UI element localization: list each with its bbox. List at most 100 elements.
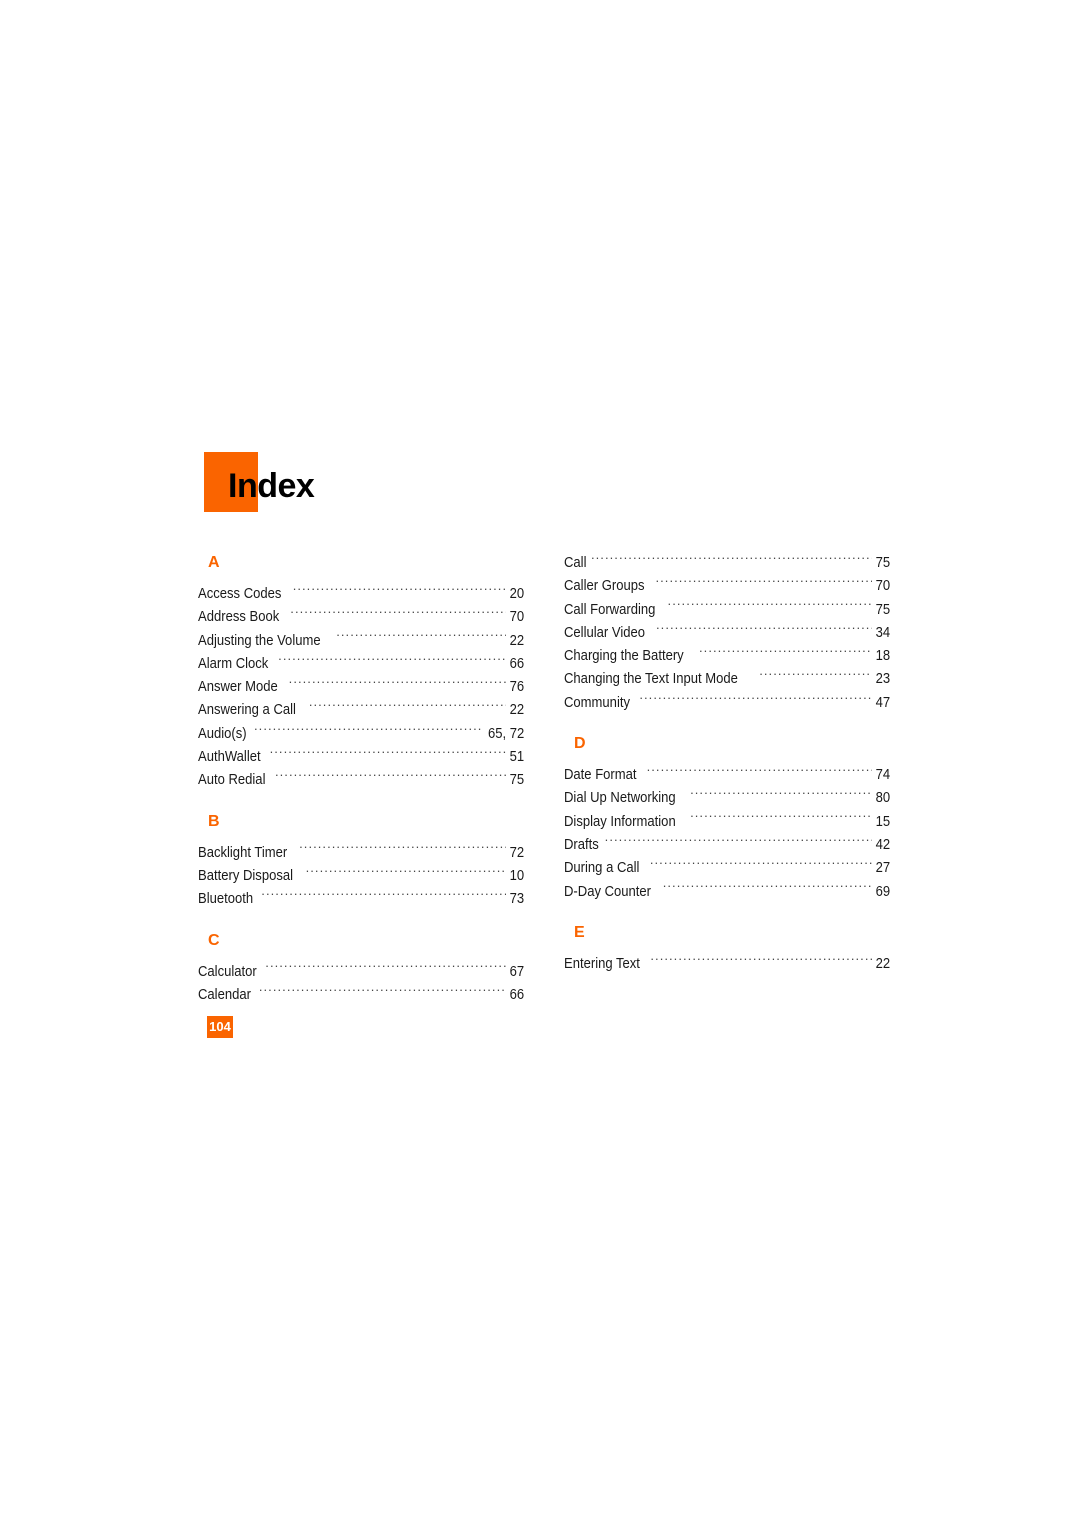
section-letter-a: A bbox=[208, 554, 220, 571]
index-entry-label: Calendar bbox=[198, 986, 251, 1003]
index-entry[interactable]: Backlight Timer 72 bbox=[198, 842, 524, 865]
dot-leader bbox=[275, 770, 506, 785]
index-entry[interactable]: Dial Up Networking 80 bbox=[564, 787, 890, 810]
index-entry[interactable]: Cellular Video 34 bbox=[564, 622, 890, 645]
index-entry[interactable]: Calendar 66 bbox=[198, 984, 524, 1007]
index-entry-page: 15 bbox=[875, 813, 890, 830]
index-entry-label: Access Codes bbox=[198, 586, 282, 602]
index-entry-page: 47 bbox=[875, 694, 890, 711]
dot-leader bbox=[289, 677, 506, 692]
index-entry-page: 18 bbox=[875, 648, 890, 665]
right-column: Call 75 Caller Groups 70 Call Forwarding 75 Ce… bbox=[564, 552, 890, 1007]
index-entry-label: Answering a Call bbox=[198, 702, 296, 719]
index-entry-label: Community bbox=[564, 694, 630, 711]
index-entry[interactable]: Alarm Clock 66 bbox=[198, 653, 524, 676]
dot-leader bbox=[290, 607, 506, 622]
dot-leader bbox=[650, 858, 872, 873]
index-entry-label: Caller Groups bbox=[564, 578, 645, 595]
index-entry-page: 22 bbox=[509, 632, 524, 649]
dot-leader bbox=[663, 881, 872, 896]
index-section: D Date Format 74 Dial Up Networking 80 Displa… bbox=[564, 733, 890, 904]
index-entry[interactable]: D-Day Counter 69 bbox=[564, 881, 890, 904]
index-entry-page: 20 bbox=[509, 586, 524, 602]
dot-leader bbox=[299, 842, 506, 857]
index-entry-page: 65, 72 bbox=[487, 725, 524, 742]
index-entry[interactable]: Calculator 67 bbox=[198, 961, 524, 984]
index-entry-label: Drafts bbox=[564, 836, 599, 853]
dot-leader bbox=[306, 865, 506, 880]
dot-leader bbox=[270, 747, 506, 762]
index-entry[interactable]: Answering a Call 22 bbox=[198, 699, 524, 722]
index-entry[interactable]: Community 47 bbox=[564, 692, 890, 715]
index-entry-page: 42 bbox=[875, 836, 890, 853]
page-number-badge: 104 bbox=[207, 1016, 233, 1038]
index-entry-page: 76 bbox=[509, 679, 524, 696]
dot-leader bbox=[639, 692, 872, 707]
dot-leader bbox=[699, 646, 872, 661]
index-entry[interactable]: Battery Disposal 10 bbox=[198, 865, 524, 888]
index-entry[interactable]: Call Forwarding 75 bbox=[564, 599, 890, 622]
index-entry-page: 75 bbox=[509, 772, 524, 789]
index-entry-page: 75 bbox=[875, 555, 890, 571]
index-entry-label: Answer Mode bbox=[198, 679, 278, 696]
dot-leader bbox=[265, 961, 506, 976]
dot-leader bbox=[656, 622, 872, 637]
index-entry[interactable]: Address Book 70 bbox=[198, 606, 524, 629]
index-entry-label: Bluetooth bbox=[198, 891, 254, 908]
index-entry-page: 27 bbox=[875, 860, 890, 877]
index-entry-label: Address Book bbox=[198, 609, 280, 626]
index-entry[interactable]: Adjusting the Volume 22 bbox=[198, 630, 524, 653]
index-entry-label: D-Day Counter bbox=[564, 883, 652, 900]
index-entry-label: Battery Disposal bbox=[198, 867, 294, 884]
index-entry[interactable]: Display Information 15 bbox=[564, 811, 890, 834]
index-entry-page: 23 bbox=[875, 671, 890, 688]
index-entry-page: 51 bbox=[509, 749, 524, 766]
dot-leader bbox=[259, 984, 506, 999]
index-entry-label: During a Call bbox=[564, 860, 640, 877]
index-entry[interactable]: Drafts 42 bbox=[564, 834, 890, 857]
dot-leader bbox=[278, 653, 506, 668]
index-section: Call 75 Caller Groups 70 Call Forwarding 75 Ce… bbox=[564, 552, 890, 715]
dot-leader bbox=[336, 630, 506, 645]
page-header: Index bbox=[204, 452, 544, 514]
section-letter-b: B bbox=[208, 812, 220, 830]
index-entry-label: Backlight Timer bbox=[198, 844, 288, 861]
index-columns: A Access Codes 20 Address Book 70 Adjusting t… bbox=[198, 552, 890, 1007]
dot-leader bbox=[690, 788, 872, 803]
index-entry[interactable]: Call 75 bbox=[564, 552, 890, 575]
dot-leader bbox=[690, 811, 872, 826]
index-entry[interactable]: Changing the Text Input Mode 23 bbox=[564, 668, 890, 691]
page-title: Index bbox=[228, 467, 315, 505]
index-entry[interactable]: Answer Mode 76 bbox=[198, 676, 524, 699]
dot-leader bbox=[605, 834, 872, 849]
index-entry-label: Charging the Battery bbox=[564, 648, 684, 665]
index-entry-page: 67 bbox=[509, 963, 524, 980]
dot-leader bbox=[650, 953, 871, 968]
index-entry[interactable]: Auto Redial 75 bbox=[198, 769, 524, 792]
index-entry[interactable]: During a Call 27 bbox=[564, 857, 890, 880]
index-entry-page: 22 bbox=[875, 955, 890, 972]
index-entry[interactable]: Audio(s) 65, 72 bbox=[198, 723, 524, 746]
index-entry[interactable]: Caller Groups 70 bbox=[564, 575, 890, 598]
index-entry[interactable]: Access Codes 20 bbox=[198, 583, 524, 606]
index-entry-label: Changing the Text Input Mode bbox=[564, 671, 738, 688]
section-letter-c: C bbox=[208, 931, 220, 949]
dot-leader bbox=[261, 889, 506, 904]
index-entry[interactable]: AuthWallet 51 bbox=[198, 746, 524, 769]
dot-leader bbox=[254, 723, 482, 738]
index-section: A Access Codes 20 Address Book 70 Adjusting t… bbox=[198, 552, 524, 793]
index-entry[interactable]: Entering Text 22 bbox=[564, 953, 890, 976]
dot-leader bbox=[655, 576, 871, 591]
index-entry-label: Entering Text bbox=[564, 955, 640, 972]
left-column: A Access Codes 20 Address Book 70 Adjusting t… bbox=[198, 552, 524, 1007]
index-entry[interactable]: Bluetooth 73 bbox=[198, 888, 524, 911]
index-entry[interactable]: Charging the Battery 18 bbox=[564, 645, 890, 668]
index-entry-page: 22 bbox=[509, 702, 524, 719]
index-entry-label: Call Forwarding bbox=[564, 601, 656, 618]
index-entry-label: Audio(s) bbox=[198, 725, 247, 742]
section-letter-d: D bbox=[574, 735, 586, 753]
section-letter-e: E bbox=[574, 923, 585, 941]
index-entry-page: 70 bbox=[875, 578, 890, 595]
index-entry[interactable]: Date Format 74 bbox=[564, 764, 890, 787]
index-entry-label: Dial Up Networking bbox=[564, 790, 676, 807]
